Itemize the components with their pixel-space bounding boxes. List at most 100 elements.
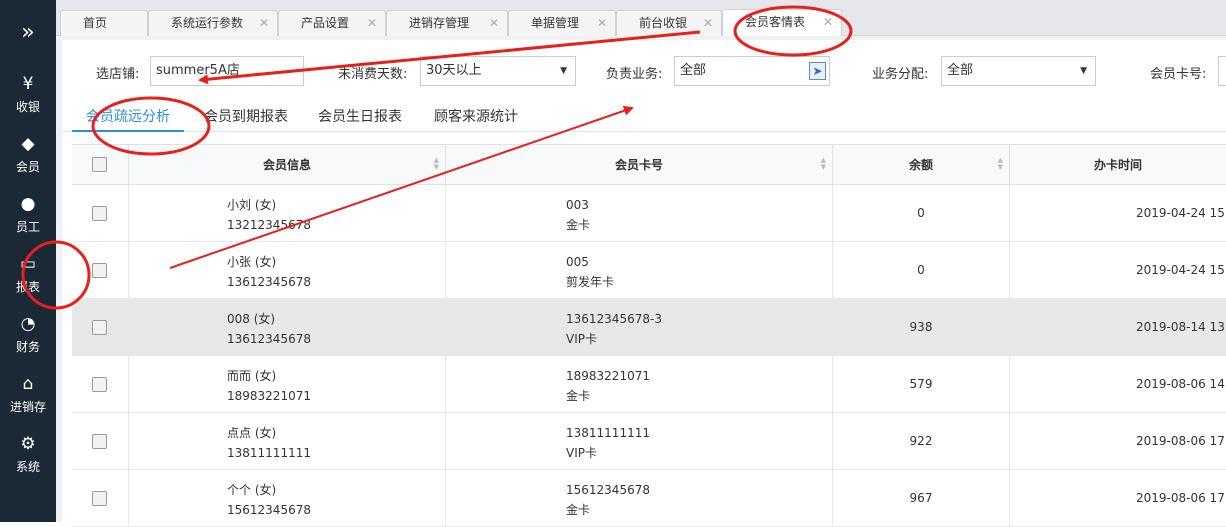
tab-documents[interactable]: 单据管理 ✕ [508,10,616,36]
report-subtabs: 会员疏远分析 会员到期报表 会员生日报表 顾客来源统计 [62,98,1226,132]
card-label: 会员卡号: [1150,67,1207,82]
tab-label: 首页 [83,16,108,30]
table-row[interactable]: 小刘 (女) 13212345678 003 金卡 0 2019-04-24 15:… [72,185,1226,242]
row-select-cell [72,356,129,413]
open-date: 2019-04-24 15:5 [1136,263,1226,277]
date-cell: 2019-08-14 13:3 [1010,299,1226,356]
tab-front-cashier[interactable]: 前台收银 ✕ [616,10,722,36]
col-card-number[interactable]: 会员卡号 ▲ ▼ [446,145,833,185]
card-number: 13612345678-3 [566,312,662,326]
subtab-member-birthday[interactable]: 会员生日报表 [318,106,402,132]
member-phone: 13212345678 [227,218,311,232]
column-header: 会员卡号 [614,158,663,172]
row-checkbox[interactable] [92,263,107,278]
subtab-member-expiry[interactable]: 会员到期报表 [204,106,288,132]
sidebar-item-system[interactable]: ⚙ 系统 [0,424,56,484]
subtab-customer-source[interactable]: 顾客来源统计 [434,106,518,132]
col-member-info[interactable]: 会员信息 ▲ ▼ [129,145,446,185]
store-select[interactable]: summer5A店 [150,56,304,86]
close-icon[interactable]: ✕ [597,11,607,35]
tab-label: 产品设置 [301,16,350,30]
table-header: 会员信息 ▲ ▼ 会员卡号 ▲ ▼ 余额 ▲ ▼ 办卡时间 [72,145,1226,185]
subtab-member-churn[interactable]: 会员疏远分析 [72,106,184,132]
close-icon[interactable]: ✕ [823,10,833,34]
open-date: 2019-08-06 17:5 [1136,491,1226,505]
row-checkbox[interactable] [92,491,107,506]
table-row[interactable]: 而而 (女) 18983221071 18983221071 金卡 579 2019… [72,356,1226,413]
sort-icon[interactable]: ▲ ▼ [434,157,439,171]
sidebar-item-label: 进销存 [9,399,46,414]
tab-system-params[interactable]: 系统运行参数 ✕ [148,10,278,36]
member-phone: 13612345678 [227,275,311,289]
row-select-cell [72,185,129,242]
select-all-checkbox[interactable] [92,157,107,172]
tab-label: 前台收银 [639,16,688,30]
sidebar-item-label: 财务 [15,339,40,354]
open-date: 2019-08-06 14:2 [1136,377,1226,391]
sort-icon[interactable]: ▲ ▼ [998,157,1003,171]
close-icon[interactable]: ✕ [703,11,713,35]
monitor-icon: ▭ [19,253,37,274]
diamond-icon: ◆ [21,133,35,154]
row-checkbox[interactable] [92,434,107,449]
table-row[interactable]: 008 (女) 13612345678 13612345678-3 VIP卡 938… [72,299,1226,356]
member-info-cell: 小张 (女) 13612345678 [129,242,446,299]
member-info-cell: 小刘 (女) 13212345678 [129,185,446,242]
member-phone: 13612345678 [227,332,311,346]
balance-cell: 967 [833,470,1010,527]
card-input[interactable] [1218,56,1226,86]
sidebar-item-staff[interactable]: ● 员工 [0,184,56,244]
member-info-cell: 而而 (女) 18983221071 [129,356,446,413]
row-checkbox[interactable] [92,320,107,335]
balance-cell: 0 [833,185,1010,242]
column-header: 办卡时间 [1093,158,1142,172]
member-name: 小刘 (女) [227,198,277,212]
col-open-date[interactable]: 办卡时间 [1010,145,1226,185]
tab-inventory-mgmt[interactable]: 进销存管理 ✕ [386,10,508,36]
staff-picker[interactable]: 全部 ➤ [674,56,830,86]
member-table: 会员信息 ▲ ▼ 会员卡号 ▲ ▼ 余额 ▲ ▼ 办卡时间 小刘 (女) 132… [72,144,1226,527]
card-cell: 13612345678-3 VIP卡 [446,299,833,356]
table-row[interactable]: 小张 (女) 13612345678 005 剪发年卡 0 2019-04-24 1… [72,242,1226,299]
sidebar-item-inventory[interactable]: ⌂ 进销存 [0,364,56,424]
tab-home[interactable]: 首页 [60,10,148,36]
date-cell: 2019-08-06 17:5 [1010,470,1226,527]
sidebar-item-cashier[interactable]: ¥ 收银 [0,64,56,124]
card-cell: 18983221071 金卡 [446,356,833,413]
row-checkbox[interactable] [92,206,107,221]
card-number: 18983221071 [566,369,650,383]
member-phone: 13811111111 [227,446,311,460]
tab-bar: 首页 系统运行参数 ✕ 产品设置 ✕ 进销存管理 ✕ 单据管理 ✕ 前台收银 ✕… [56,0,1226,36]
close-icon[interactable]: ✕ [367,11,377,35]
row-checkbox[interactable] [92,377,107,392]
column-header: 余额 [908,158,933,172]
balance-cell: 0 [833,242,1010,299]
sidebar-toggle-icon[interactable]: » [0,0,56,64]
select-pointer-icon[interactable]: ➤ [809,62,826,80]
table-row[interactable]: 点点 (女) 13811111111 13811111111 VIP卡 922 20… [72,413,1226,470]
member-name: 点点 (女) [227,426,277,440]
card-number: 003 [566,198,589,212]
sidebar-item-reports[interactable]: ▭ 报表 [0,244,56,304]
member-name: 个个 (女) [227,483,277,497]
content-panel: 选店铺: summer5A店 未消费天数: 30天以上 ▼ 负责业务: 全部 ➤… [62,40,1226,527]
close-icon[interactable]: ✕ [489,11,499,35]
tab-member-report[interactable]: 会员客情表 ✕ [722,9,842,36]
assign-select[interactable]: 全部 ▼ [941,56,1096,86]
days-select[interactable]: 30天以上 ▼ [420,56,576,86]
open-date: 2019-08-14 13:3 [1136,320,1226,334]
sidebar-item-finance[interactable]: ◔ 财务 [0,304,56,364]
table-row[interactable]: 个个 (女) 15612345678 15612345678 金卡 967 2019… [72,470,1226,527]
column-header: 会员信息 [262,158,311,172]
tab-product-settings[interactable]: 产品设置 ✕ [278,10,386,36]
sidebar-item-members[interactable]: ◆ 会员 [0,124,56,184]
close-icon[interactable]: ✕ [259,11,269,35]
days-value: 30天以上 [426,63,482,78]
row-select-cell [72,299,129,356]
member-name: 小张 (女) [227,255,277,269]
balance-cell: 579 [833,356,1010,413]
card-cell: 003 金卡 [446,185,833,242]
open-date: 2019-04-24 15:4 [1136,206,1226,220]
col-balance[interactable]: 余额 ▲ ▼ [833,145,1010,185]
sort-icon[interactable]: ▲ ▼ [821,157,826,171]
